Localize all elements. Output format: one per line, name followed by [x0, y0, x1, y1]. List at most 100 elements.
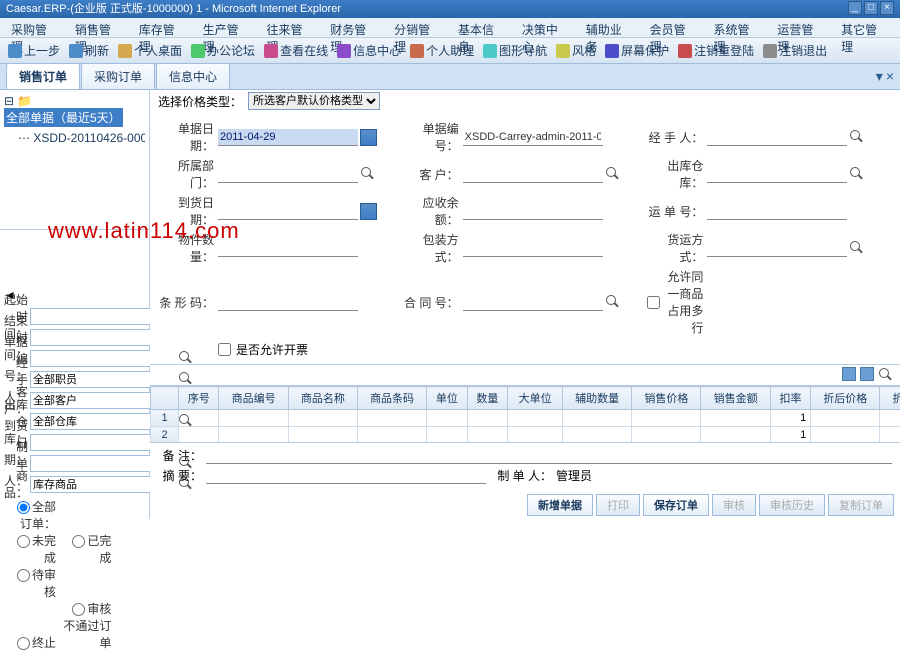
menu-item[interactable]: 基本信息 — [451, 20, 513, 35]
toolbar-button[interactable]: 注销重登陆 — [674, 41, 758, 60]
search-icon[interactable] — [849, 166, 865, 182]
radio-all[interactable] — [17, 501, 30, 514]
qty-input[interactable] — [218, 240, 358, 257]
doc-number-input[interactable] — [463, 129, 603, 146]
multi-row-checkbox[interactable] — [647, 296, 660, 309]
left-panel: ⊟ 📁 全部单据（最近5天） ⋯ XSDD-20110426-0001 未完成 … — [0, 90, 150, 519]
footer-button[interactable]: 保存订单 — [643, 494, 709, 516]
tree-item[interactable]: ⋯ XSDD-20110426-0001 未完成 — [4, 129, 145, 146]
toolbar-button[interactable]: 个人桌面 — [114, 41, 186, 60]
price-type-select[interactable]: 所选客户默认价格类型 — [248, 92, 380, 110]
grid-header[interactable]: 商品条码 — [357, 387, 426, 410]
radio-wait[interactable] — [17, 569, 30, 582]
remark-input[interactable] — [206, 447, 892, 464]
toolbar-button[interactable]: 注销退出 — [759, 41, 831, 60]
menu-item[interactable]: 采购管理 — [4, 20, 66, 35]
toolbar-button[interactable]: 个人助理 — [406, 41, 478, 60]
doc-date-input[interactable] — [218, 129, 358, 146]
grid-header[interactable]: 销售金额 — [701, 387, 770, 410]
arrive-date-input[interactable] — [218, 203, 358, 220]
order-grid[interactable]: 序号商品编号商品名称商品条码单位数量大单位辅助数量销售价格销售金额扣率折后价格折… — [150, 385, 900, 442]
form-handler-input[interactable] — [707, 129, 847, 146]
out-warehouse-input[interactable] — [707, 166, 847, 183]
tab[interactable]: 信息中心 — [156, 63, 230, 89]
invoice-checkbox[interactable] — [218, 343, 231, 356]
toolbar-button[interactable]: 信息中心 — [333, 41, 405, 60]
shipno-input[interactable] — [707, 203, 847, 220]
toolbar-button[interactable]: 图形导航 — [479, 41, 551, 60]
menu-item[interactable]: 运营管理 — [770, 20, 832, 35]
shipway-input[interactable] — [707, 240, 847, 257]
tab[interactable]: 采购订单 — [81, 63, 155, 89]
toolbar-button[interactable]: 上一步 — [4, 41, 64, 60]
grid-header[interactable]: 大单位 — [508, 387, 563, 410]
toolbar-button[interactable]: 风格 — [552, 41, 600, 60]
paste-icon[interactable] — [860, 367, 874, 381]
grid-header[interactable]: 扣率 — [770, 387, 810, 410]
toolbar-button[interactable]: 屏幕保护 — [601, 41, 673, 60]
summary-input[interactable] — [206, 467, 486, 484]
maximize-button[interactable]: □ — [864, 1, 878, 15]
main-toolbar: 上一步刷新个人桌面办公论坛查看在线信息中心个人助理图形导航风格屏幕保护注销重登陆… — [0, 38, 900, 64]
menu-item[interactable]: 分销管理 — [387, 20, 449, 35]
search-icon[interactable] — [605, 166, 621, 182]
minimize-button[interactable]: _ — [848, 1, 862, 15]
grid-header[interactable]: 数量 — [467, 387, 507, 410]
menu-item[interactable]: 决策中心 — [515, 20, 577, 35]
menu-item[interactable]: 会员管理 — [643, 20, 705, 35]
pack-input[interactable] — [463, 240, 603, 257]
table-row[interactable]: 1117 — [151, 410, 900, 427]
grid-header[interactable]: 折后价格 — [811, 387, 880, 410]
barcode-input[interactable] — [218, 294, 358, 311]
menu-item[interactable]: 辅助业务 — [579, 20, 641, 35]
toolbar-button[interactable]: 刷新 — [65, 41, 113, 60]
footer-button[interactable]: 复制订单 — [828, 494, 894, 516]
close-button[interactable]: × — [880, 1, 894, 15]
menu-item[interactable]: 销售管理 — [68, 20, 130, 35]
form-customer-input[interactable] — [463, 166, 603, 183]
tabstrip-controls: ▾ × — [876, 68, 894, 85]
menu-item[interactable]: 往来管理 — [259, 20, 321, 35]
grid-header[interactable]: 商品名称 — [288, 387, 357, 410]
order-tree: ⊟ 📁 全部单据（最近5天） ⋯ XSDD-20110426-0001 未完成 — [0, 90, 149, 230]
search-icon[interactable] — [849, 129, 865, 145]
menu-item[interactable]: 系统管理 — [706, 20, 768, 35]
grid-header[interactable]: 商品编号 — [219, 387, 288, 410]
radio-done[interactable] — [72, 535, 85, 548]
tab-dropdown-icon[interactable]: ▾ — [876, 68, 883, 85]
copy-icon[interactable] — [842, 367, 856, 381]
window-controls: _ □ × — [848, 1, 894, 15]
search-icon[interactable] — [878, 367, 894, 383]
footer-button[interactable]: 审核 — [712, 494, 756, 516]
tree-root[interactable]: 全部单据（最近5天） — [4, 108, 123, 127]
search-icon[interactable] — [849, 240, 865, 256]
calendar-icon[interactable] — [360, 129, 377, 146]
toolbar-button[interactable]: 查看在线 — [260, 41, 332, 60]
menu-item[interactable]: 其它管理 — [834, 20, 896, 35]
grid-header[interactable]: 折后金额 — [880, 387, 900, 410]
footer-button[interactable]: 审核历史 — [759, 494, 825, 516]
tab-close-icon[interactable]: × — [886, 68, 894, 85]
footer-button[interactable]: 新增单据 — [527, 494, 593, 516]
radio-stop[interactable] — [17, 637, 30, 650]
grid-header[interactable]: 辅助数量 — [563, 387, 632, 410]
radio-unfinished[interactable] — [17, 535, 30, 548]
grid-header[interactable]: 单位 — [427, 387, 467, 410]
balance-input[interactable] — [463, 203, 603, 220]
calendar-icon[interactable] — [360, 203, 377, 220]
dept-input[interactable] — [218, 166, 358, 183]
tab[interactable]: 销售订单 — [6, 63, 80, 89]
search-icon[interactable] — [360, 166, 376, 182]
menu-item[interactable]: 财务管理 — [323, 20, 385, 35]
menu-item[interactable]: 库存管理 — [132, 20, 194, 35]
grid-header[interactable]: 序号 — [179, 387, 219, 410]
toolbar-icon — [69, 44, 83, 58]
radio-reject[interactable] — [72, 603, 85, 616]
menu-item[interactable]: 生产管理 — [196, 20, 258, 35]
search-icon[interactable] — [605, 294, 621, 310]
contract-input[interactable] — [463, 294, 603, 311]
grid-header[interactable]: 销售价格 — [632, 387, 701, 410]
footer-button[interactable]: 打印 — [596, 494, 640, 516]
toolbar-button[interactable]: 办公论坛 — [187, 41, 259, 60]
table-row[interactable]: 2117 — [151, 427, 900, 443]
